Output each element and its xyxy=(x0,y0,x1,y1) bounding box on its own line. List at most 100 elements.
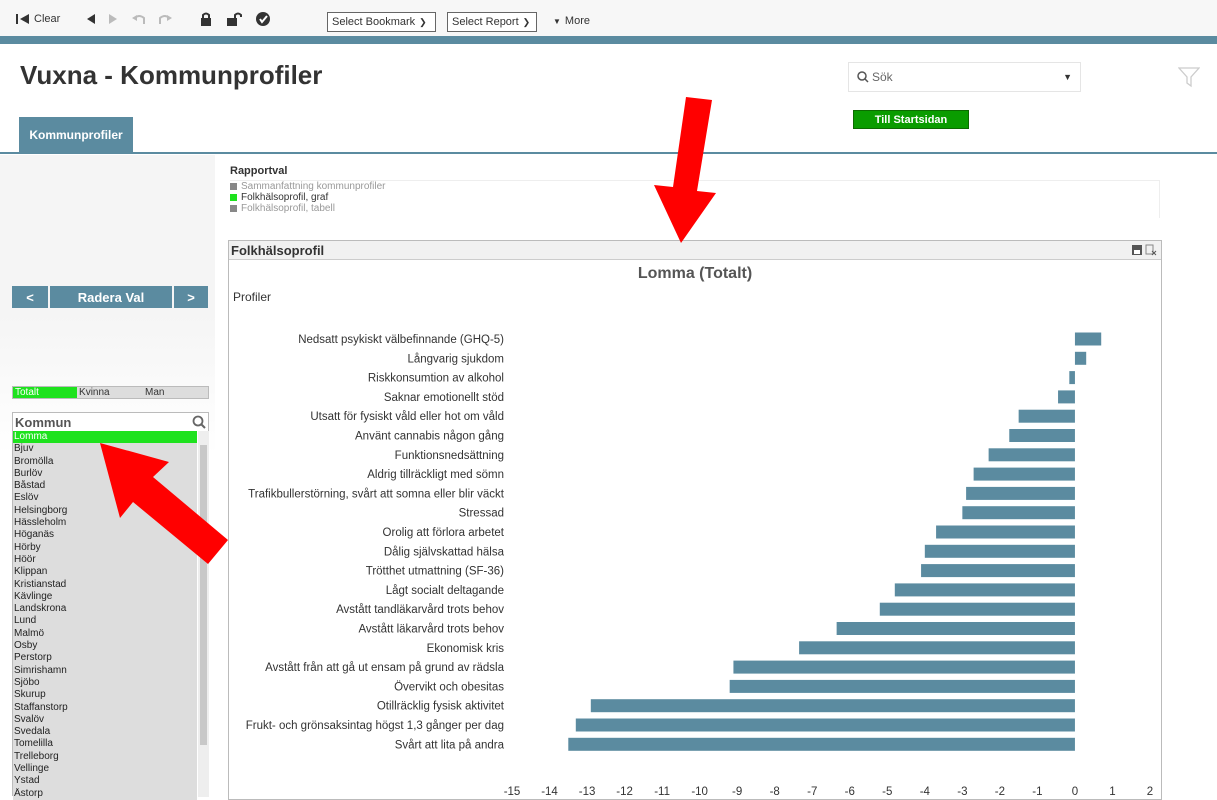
kommun-list-item[interactable]: Kävlinge xyxy=(13,590,197,604)
bar xyxy=(962,506,1075,520)
kommun-list-item[interactable]: Skurup xyxy=(13,689,197,702)
bar xyxy=(575,718,1075,732)
x-tick-label: -12 xyxy=(616,786,633,798)
back-button[interactable] xyxy=(86,10,96,28)
kommun-list-item[interactable]: Ystad xyxy=(13,775,197,788)
chevron-down-icon: ❯ xyxy=(522,16,531,27)
bar xyxy=(1074,332,1102,346)
clear-button[interactable]: Clear xyxy=(16,10,60,28)
next-button[interactable]: > xyxy=(174,286,208,308)
bar xyxy=(836,622,1075,635)
bar xyxy=(1069,371,1075,385)
rapportval-item-label: Folkhälsoprofil, graf xyxy=(241,192,329,203)
prev-button[interactable]: < xyxy=(12,286,48,308)
category-label: Lågt socialt deltagande xyxy=(386,585,504,597)
clear-selection-button[interactable]: Radera Val xyxy=(50,286,172,308)
category-label: Riskkonsumtion av alkohol xyxy=(368,373,504,385)
skip-back-icon xyxy=(16,14,29,24)
x-tick-label: -4 xyxy=(920,786,931,798)
filter-icon[interactable] xyxy=(1178,66,1200,88)
kommun-list-item[interactable]: Lund xyxy=(13,615,197,628)
kommun-list-item[interactable]: Trelleborg xyxy=(13,750,197,764)
kommun-list-item[interactable]: Svedala xyxy=(13,726,197,739)
kommun-list-item[interactable]: Malmö xyxy=(13,627,197,641)
redo-icon xyxy=(159,15,172,24)
clear-all-button[interactable] xyxy=(256,10,270,28)
toolbar: Clear Select Bookmark ❯ Select Report ❯ … xyxy=(0,0,1217,36)
tab-kommunprofiler[interactable]: Kommunprofiler xyxy=(19,117,133,153)
more-button[interactable]: ▼ More xyxy=(553,12,590,30)
search-input[interactable]: Sök ▼ xyxy=(848,62,1081,92)
bar xyxy=(973,467,1075,481)
page-title: Vuxna - Kommunprofiler xyxy=(20,60,323,90)
kommun-list-item[interactable]: Kristianstad xyxy=(13,578,197,591)
gender-option-man[interactable]: Man xyxy=(143,387,208,398)
toolbar-band xyxy=(0,36,1217,44)
kommun-list-item[interactable]: Simrishamn xyxy=(13,664,197,677)
category-label: Svårt att lita på andra xyxy=(395,739,505,751)
bar xyxy=(936,525,1075,539)
forward-button[interactable] xyxy=(108,10,118,28)
undo-button[interactable] xyxy=(132,10,146,28)
search-icon xyxy=(857,71,869,83)
kommun-list-item[interactable]: Osby xyxy=(13,640,197,653)
category-label: Stressad xyxy=(459,508,504,520)
chevron-down-icon: ❯ xyxy=(419,16,427,27)
bookmark-label: Select Bookmark xyxy=(332,16,416,28)
kommun-list-item[interactable]: Sjöbo xyxy=(13,676,197,690)
bar xyxy=(590,699,1075,713)
bar xyxy=(879,602,1075,616)
report-label: Select Report xyxy=(452,16,519,28)
bar-chart: Lomma (Totalt) Profiler Nedsatt psykiskt v… xyxy=(233,265,1153,798)
bar xyxy=(1058,390,1075,404)
category-label: Avstått läkarvård trots behov xyxy=(358,624,504,636)
search-icon[interactable] xyxy=(192,415,206,429)
lock-button[interactable] xyxy=(200,10,212,28)
category-label: Aldrig tillräckligt med sömn xyxy=(367,469,504,481)
gender-option-totalt[interactable]: Totalt xyxy=(13,387,78,398)
bullet-icon xyxy=(230,194,237,201)
x-tick-label: -3 xyxy=(957,786,967,798)
forward-icon xyxy=(109,14,117,24)
caret-down-icon: ▼ xyxy=(553,16,561,26)
bar xyxy=(1018,409,1075,423)
bar xyxy=(988,448,1075,462)
gender-option-kvinna[interactable]: Kvinna xyxy=(77,387,143,398)
bar xyxy=(894,583,1075,597)
kommun-list-item[interactable]: Landskrona xyxy=(13,603,197,616)
category-label: Långvarig sjukdom xyxy=(407,353,504,365)
x-tick-label: -14 xyxy=(541,786,558,798)
kommun-list-item[interactable]: Perstorp xyxy=(13,652,197,665)
more-label: More xyxy=(564,15,590,27)
rapportval-item-label: Folkhälsoprofil, tabell xyxy=(241,203,335,214)
redo-button[interactable] xyxy=(158,10,172,28)
check-circle-icon xyxy=(256,12,270,26)
back-icon xyxy=(87,14,95,24)
category-label: Ekonomisk kris xyxy=(427,643,505,655)
category-label: Avstått från att gå ut ensam på grund av… xyxy=(265,662,504,674)
tab-divider xyxy=(0,152,1217,154)
x-tick-label: 0 xyxy=(1072,786,1078,798)
chart-panel: Folkhälsoprofil Lomma (Totalt) Profiler Ne… xyxy=(228,240,1162,800)
bar xyxy=(924,544,1075,558)
category-label: Trötthet utmattning (SF-36) xyxy=(366,566,504,578)
caret-down-icon: ▼ xyxy=(1063,72,1072,82)
select-bookmark[interactable]: Select Bookmark ❯ xyxy=(327,12,436,32)
start-page-button[interactable]: Till Startsidan xyxy=(853,110,969,129)
bar xyxy=(733,660,1075,674)
bar xyxy=(1074,351,1087,365)
category-label: Nedsatt psykiskt välbefinnande (GHQ-5) xyxy=(298,334,504,346)
kommun-list-item[interactable]: Svalöv xyxy=(13,713,197,727)
bar xyxy=(799,641,1075,655)
select-report[interactable]: Select Report ❯ xyxy=(447,12,537,32)
category-label: Använt cannabis någon gång xyxy=(355,431,504,443)
category-label: Frukt- och grönsaksintag högst 1,3 gånge… xyxy=(246,720,504,732)
kommun-list-item[interactable]: Åstorp xyxy=(13,787,197,800)
x-tick-label: -8 xyxy=(770,786,780,798)
bullet-icon xyxy=(230,205,237,212)
kommun-list-item[interactable]: Staffanstorp xyxy=(13,701,197,714)
kommun-list-item[interactable]: Tomelilla xyxy=(13,738,197,751)
unlock-button[interactable] xyxy=(226,10,242,28)
kommun-list-item[interactable]: Vellinge xyxy=(13,763,197,776)
category-label: Utsatt för fysiskt våld eller hot om vål… xyxy=(310,411,504,423)
